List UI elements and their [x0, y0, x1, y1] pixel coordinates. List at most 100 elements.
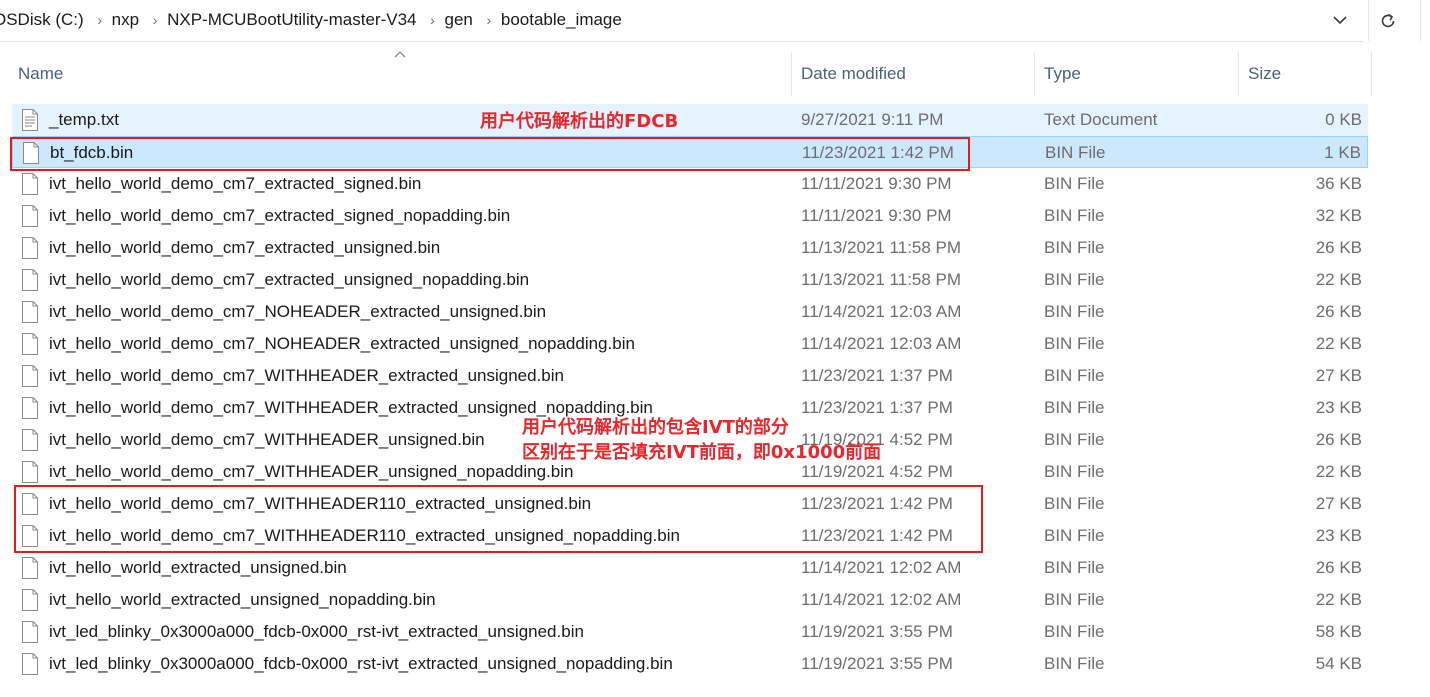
file-icon	[22, 237, 38, 259]
file-row[interactable]: ivt_hello_world_demo_cm7_extracted_unsig…	[12, 264, 1368, 296]
breadcrumb-osdisk[interactable]: OSDisk (C:)	[0, 10, 88, 30]
file-row[interactable]: ivt_hello_world_demo_cm7_NOHEADER_extrac…	[12, 296, 1368, 328]
column-header-type[interactable]: Type	[1036, 52, 1239, 96]
file-type: BIN File	[1045, 143, 1106, 162]
file-icon	[22, 397, 38, 419]
file-icon	[22, 365, 38, 387]
file-row[interactable]: ivt_hello_world_demo_cm7_WITHHEADER110_e…	[12, 520, 1368, 552]
file-row[interactable]: ivt_hello_world_extracted_unsigned.bin 11…	[12, 552, 1368, 584]
file-row[interactable]: bt_fdcb.bin 11/23/2021 1:42 PM BIN File 1 K…	[12, 136, 1368, 168]
file-type: BIN File	[1044, 622, 1105, 641]
column-header-date-modified[interactable]: Date modified	[793, 52, 1035, 96]
file-list: _temp.txt 9/27/2021 9:11 PM Text Document 0…	[12, 104, 1368, 680]
refresh-icon	[1381, 13, 1395, 27]
file-name: _temp.txt	[49, 110, 119, 129]
file-row[interactable]: ivt_hello_world_demo_cm7_extracted_signe…	[12, 200, 1368, 232]
file-icon	[22, 269, 38, 291]
file-row[interactable]: ivt_hello_world_extracted_unsigned_nopad…	[12, 584, 1368, 616]
file-type: BIN File	[1044, 302, 1105, 321]
file-icon	[22, 205, 38, 227]
file-row[interactable]: ivt_led_blinky_0x3000a000_fdcb-0x000_rst…	[12, 648, 1368, 680]
file-type: BIN File	[1044, 462, 1105, 481]
file-size: 22 KB	[1315, 334, 1362, 353]
file-type: BIN File	[1044, 366, 1105, 385]
file-size: 22 KB	[1315, 462, 1362, 481]
breadcrumb: OSDisk (C:) › nxp › NXP-MCUBootUtility-m…	[0, 9, 626, 31]
file-row[interactable]: ivt_hello_world_demo_cm7_extracted_signe…	[12, 168, 1368, 200]
column-header-name[interactable]: Name	[10, 52, 792, 96]
column-header-size[interactable]: Size	[1240, 52, 1372, 96]
file-size: 22 KB	[1315, 590, 1362, 609]
file-row[interactable]: ivt_hello_world_demo_cm7_WITHHEADER110_e…	[12, 488, 1368, 520]
address-history-dropdown-button[interactable]	[1327, 6, 1353, 34]
file-date-modified: 11/23/2021 1:42 PM	[801, 526, 953, 545]
column-header-row: Name Date modified Type Size	[0, 51, 1372, 96]
file-icon	[22, 557, 38, 579]
breadcrumb-bootable-image[interactable]: bootable_image	[501, 10, 626, 30]
breadcrumb-chevron-icon[interactable]: ›	[88, 12, 112, 28]
file-row[interactable]: _temp.txt 9/27/2021 9:11 PM Text Document 0…	[12, 104, 1368, 136]
file-date-modified: 11/13/2021 11:58 PM	[801, 270, 962, 289]
file-row[interactable]: ivt_hello_world_demo_cm7_extracted_unsig…	[12, 232, 1368, 264]
file-name: ivt_led_blinky_0x3000a000_fdcb-0x000_rst…	[49, 622, 584, 641]
file-type: BIN File	[1044, 494, 1105, 513]
file-type: BIN File	[1044, 558, 1105, 577]
breadcrumb-mcubootutility[interactable]: NXP-MCUBootUtility-master-V34	[167, 10, 420, 30]
file-icon	[22, 493, 38, 515]
file-date-modified: 11/23/2021 1:37 PM	[801, 366, 953, 385]
file-icon	[22, 621, 38, 643]
file-size: 26 KB	[1315, 238, 1362, 257]
breadcrumb-chevron-icon[interactable]: ›	[420, 12, 444, 28]
search-box-edge[interactable]	[1420, 0, 1430, 41]
file-date-modified: 11/14/2021 12:03 AM	[801, 302, 962, 321]
address-bar[interactable]: OSDisk (C:) › nxp › NXP-MCUBootUtility-m…	[0, 0, 1364, 42]
file-type: BIN File	[1044, 174, 1105, 193]
file-date-modified: 11/11/2021 9:30 PM	[801, 206, 952, 225]
file-name: ivt_hello_world_demo_cm7_WITHHEADER_unsi…	[49, 430, 485, 449]
breadcrumb-gen[interactable]: gen	[444, 10, 476, 30]
file-row[interactable]: ivt_hello_world_demo_cm7_NOHEADER_extrac…	[12, 328, 1368, 360]
file-size: 23 KB	[1315, 526, 1362, 545]
file-row[interactable]: ivt_led_blinky_0x3000a000_fdcb-0x000_rst…	[12, 616, 1368, 648]
file-icon	[22, 461, 38, 483]
file-name: bt_fdcb.bin	[50, 143, 134, 162]
annotation-ivt-note-line2: 区别在于是否填充IVT前面，即0x1000前面	[522, 442, 882, 463]
file-name: ivt_hello_world_demo_cm7_WITHHEADER_extr…	[49, 366, 564, 385]
file-name: ivt_hello_world_demo_cm7_WITHHEADER_unsi…	[49, 462, 574, 481]
file-type: BIN File	[1044, 654, 1105, 673]
refresh-button[interactable]	[1368, 0, 1407, 41]
file-name: ivt_led_blinky_0x3000a000_fdcb-0x000_rst…	[49, 654, 673, 673]
file-name: ivt_hello_world_demo_cm7_extracted_signe…	[49, 174, 422, 193]
file-type: BIN File	[1044, 238, 1105, 257]
file-date-modified: 11/23/2021 1:42 PM	[802, 143, 954, 162]
file-type: BIN File	[1044, 526, 1105, 545]
file-size: 27 KB	[1315, 366, 1362, 385]
file-date-modified: 11/19/2021 3:55 PM	[801, 622, 953, 641]
file-date-modified: 11/23/2021 1:42 PM	[801, 494, 953, 513]
file-icon	[22, 333, 38, 355]
file-name: ivt_hello_world_demo_cm7_NOHEADER_extrac…	[49, 334, 635, 353]
breadcrumb-nxp[interactable]: nxp	[112, 10, 143, 30]
file-size: 22 KB	[1315, 270, 1362, 289]
file-size: 26 KB	[1315, 558, 1362, 577]
file-icon	[22, 301, 38, 323]
file-date-modified: 11/19/2021 3:55 PM	[801, 654, 953, 673]
file-row[interactable]: ivt_hello_world_demo_cm7_WITHHEADER_extr…	[12, 360, 1368, 392]
annotation-ivt-note-line1: 用户代码解析出的包含IVT的部分	[522, 417, 789, 438]
text-document-icon	[22, 109, 38, 131]
file-type: BIN File	[1044, 334, 1105, 353]
file-name: ivt_hello_world_demo_cm7_NOHEADER_extrac…	[49, 302, 547, 321]
file-size: 32 KB	[1315, 206, 1362, 225]
file-name: ivt_hello_world_demo_cm7_WITHHEADER110_e…	[49, 526, 680, 545]
breadcrumb-chevron-icon[interactable]: ›	[143, 12, 167, 28]
file-type: BIN File	[1044, 206, 1105, 225]
file-icon	[22, 525, 38, 547]
file-date-modified: 11/23/2021 1:37 PM	[801, 398, 953, 417]
breadcrumb-chevron-icon[interactable]: ›	[477, 12, 501, 28]
file-size: 0 KB	[1325, 110, 1362, 129]
file-size: 1 KB	[1324, 143, 1361, 162]
file-date-modified: 11/13/2021 11:58 PM	[801, 238, 962, 257]
file-date-modified: 9/27/2021 9:11 PM	[801, 110, 944, 129]
file-date-modified: 11/14/2021 12:02 AM	[801, 590, 962, 609]
file-date-modified: 11/11/2021 9:30 PM	[801, 174, 952, 193]
